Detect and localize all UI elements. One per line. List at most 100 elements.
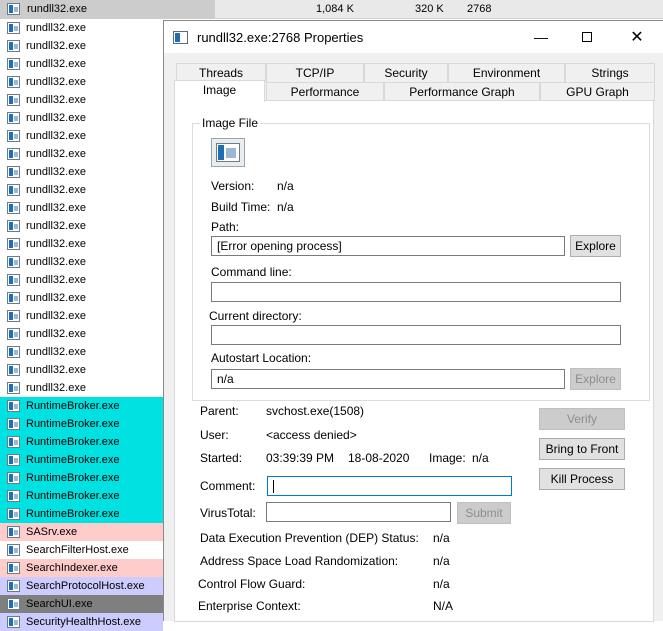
process-row[interactable]: RuntimeBroker.exe [0, 487, 163, 505]
image-file-legend: Image File [200, 116, 261, 130]
process-icon [7, 436, 20, 448]
started-time: 03:39:39 PM [266, 451, 335, 465]
process-name: rundll32.exe [26, 256, 86, 268]
process-row[interactable]: rundll32.exe [0, 91, 163, 109]
tab-gpu-graph[interactable]: GPU Graph [540, 82, 655, 101]
process-icon [7, 616, 20, 628]
tab-performance-graph[interactable]: Performance Graph [384, 82, 540, 101]
process-icon [7, 490, 20, 502]
process-icon [7, 3, 20, 15]
process-icon [7, 364, 20, 376]
process-row[interactable]: rundll32.exe [0, 271, 163, 289]
kill-process-button[interactable]: Kill Process [539, 468, 625, 490]
minimize-button[interactable]: — [518, 21, 564, 53]
process-row[interactable]: RuntimeBroker.exe [0, 433, 163, 451]
process-icon [7, 274, 20, 286]
process-row[interactable]: rundll32.exe [0, 235, 163, 253]
process-name: rundll32.exe [26, 328, 86, 340]
process-row[interactable]: rundll32.exe [0, 181, 163, 199]
close-button[interactable]: ✕ [614, 21, 660, 53]
tab-label: Environment [472, 66, 541, 80]
process-row[interactable]: rundll32.exe [0, 361, 163, 379]
process-row[interactable]: SASrv.exe [0, 523, 163, 541]
process-row[interactable]: rundll32.exe [0, 55, 163, 73]
process-row[interactable]: rundll32.exe [0, 307, 163, 325]
process-icon [7, 220, 20, 232]
selected-process-row[interactable]: rundll32.exe 1,084 K 320 K 2768 [0, 0, 663, 19]
process-row[interactable]: rundll32.exe [0, 217, 163, 235]
process-name: RuntimeBroker.exe [26, 436, 120, 448]
dialog-titlebar[interactable]: rundll32.exe:2768 Properties — ✕ [164, 21, 663, 53]
top-row-private-bytes: 1,084 K [316, 3, 354, 15]
user-label: User: [200, 428, 229, 442]
explore-button[interactable]: Explore [570, 235, 621, 257]
maximize-button[interactable] [564, 21, 610, 53]
process-name: SearchUI.exe [26, 598, 93, 610]
process-row[interactable]: rundll32.exe [0, 379, 163, 397]
autostart-explore-button[interactable]: Explore [570, 368, 621, 390]
tab-image[interactable]: Image [174, 80, 265, 102]
tab-tcp-ip[interactable]: TCP/IP [266, 63, 364, 82]
process-row[interactable]: RuntimeBroker.exe [0, 505, 163, 523]
comment-label: Comment: [200, 479, 256, 493]
process-row[interactable]: rundll32.exe [0, 253, 163, 271]
dialog-title: rundll32.exe:2768 Properties [197, 30, 364, 45]
process-icon [7, 526, 20, 538]
process-name: SearchIndexer.exe [26, 562, 118, 574]
process-row[interactable]: RuntimeBroker.exe [0, 397, 163, 415]
tab-environment[interactable]: Environment [448, 63, 565, 82]
tab-label: TCP/IP [295, 66, 335, 80]
path-field[interactable]: [Error opening process] [211, 236, 565, 256]
process-row[interactable]: rundll32.exe [0, 37, 163, 55]
process-name: RuntimeBroker.exe [26, 490, 120, 502]
process-name: rundll32.exe [26, 22, 86, 34]
tab-strings[interactable]: Strings [565, 63, 655, 82]
process-row[interactable]: RuntimeBroker.exe [0, 415, 163, 433]
tab-label: Security [384, 66, 428, 80]
tab-performance[interactable]: Performance [266, 82, 384, 101]
process-icon [7, 184, 20, 196]
process-row[interactable]: SearchFilterHost.exe [0, 541, 163, 559]
process-name: rundll32.exe [26, 166, 86, 178]
tab-label: Performance [290, 85, 360, 99]
process-row[interactable]: SearchUI.exe [0, 595, 163, 613]
process-row[interactable]: rundll32.exe [0, 343, 163, 361]
process-row[interactable]: rundll32.exe [0, 73, 163, 91]
process-row[interactable]: SecurityHealthHost.exe [0, 613, 163, 631]
top-row-working-set: 320 K [415, 3, 444, 15]
autostart-location-field[interactable]: n/a [211, 369, 565, 389]
verify-button[interactable]: Verify [539, 408, 625, 430]
current-directory-field[interactable] [211, 325, 621, 345]
bring-to-front-button[interactable]: Bring to Front [539, 438, 625, 460]
process-row[interactable]: rundll32.exe [0, 19, 163, 37]
process-row[interactable]: rundll32.exe [0, 145, 163, 163]
submit-button[interactable]: Submit [457, 502, 511, 524]
command-line-field[interactable] [211, 282, 621, 302]
process-name: rundll32.exe [26, 238, 86, 250]
process-row[interactable]: rundll32.exe [0, 163, 163, 181]
process-name: rundll32.exe [26, 130, 86, 142]
process-icon [7, 598, 20, 610]
process-icon [7, 202, 20, 214]
process-row[interactable]: RuntimeBroker.exe [0, 469, 163, 487]
process-row[interactable]: rundll32.exe [0, 199, 163, 217]
virustotal-field[interactable] [266, 502, 451, 522]
process-name: rundll32.exe [26, 310, 86, 322]
process-row[interactable]: rundll32.exe [0, 127, 163, 145]
process-row[interactable]: SearchProtocolHost.exe [0, 577, 163, 595]
control-flow-guard-value: n/a [433, 577, 450, 591]
process-icon [7, 328, 20, 340]
autostart-location-label: Autostart Location: [211, 351, 312, 365]
process-name: rundll32.exe [26, 220, 86, 232]
tab-security[interactable]: Security [364, 63, 448, 82]
process-row[interactable]: RuntimeBroker.exe [0, 451, 163, 469]
process-icon [7, 94, 20, 106]
comment-input[interactable] [267, 476, 512, 496]
process-row[interactable]: SearchIndexer.exe [0, 559, 163, 577]
process-row[interactable]: rundll32.exe [0, 325, 163, 343]
tab-label: Threads [198, 66, 244, 80]
process-icon [7, 256, 20, 268]
process-row[interactable]: rundll32.exe [0, 109, 163, 127]
process-row[interactable]: rundll32.exe [0, 289, 163, 307]
tab-label: GPU Graph [566, 85, 629, 99]
